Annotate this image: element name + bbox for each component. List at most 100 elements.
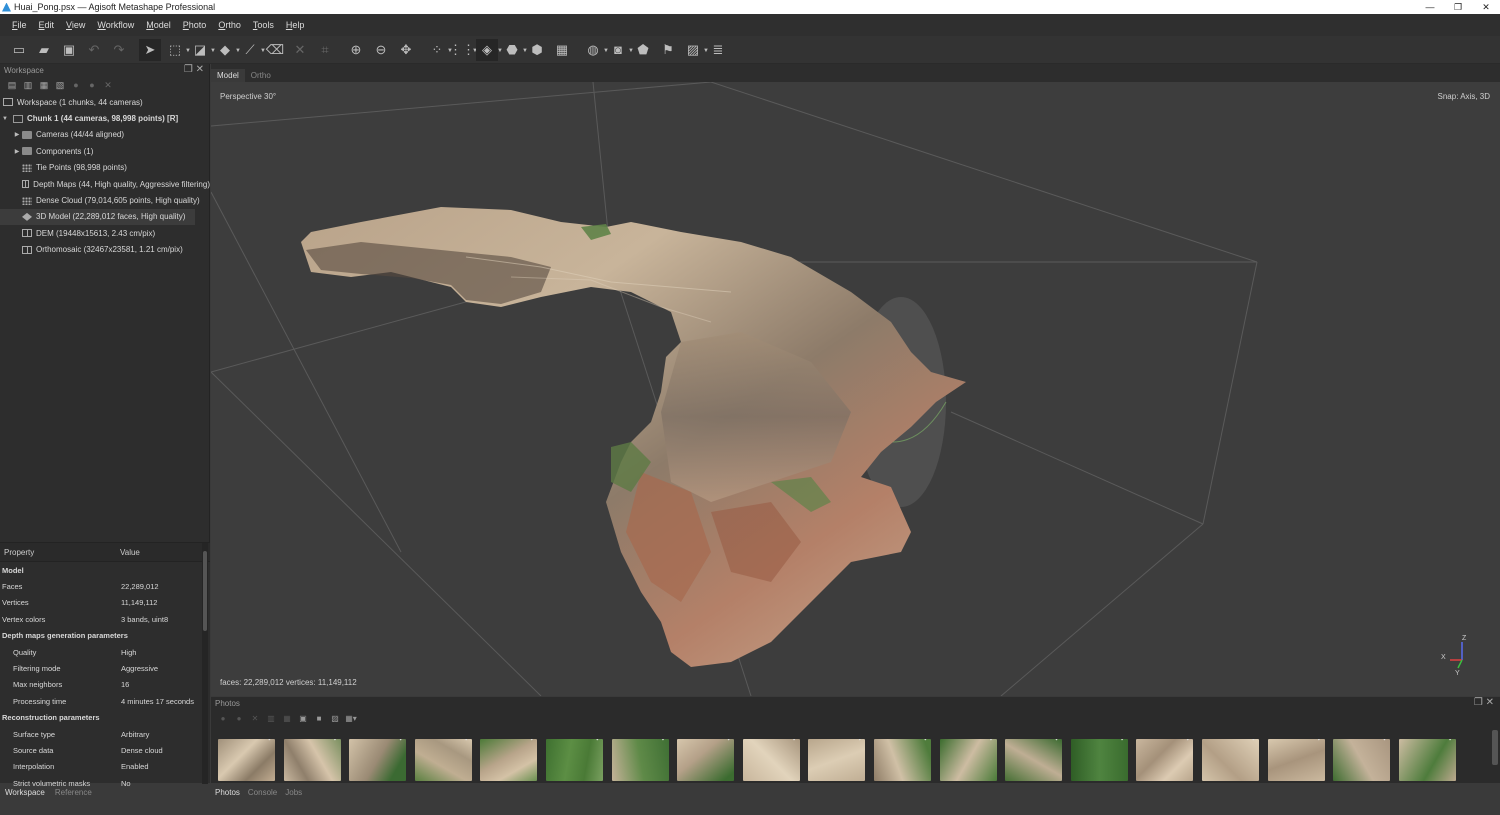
zoom-out-icon[interactable]: ⊖ [370, 39, 392, 61]
minimize-icon[interactable]: — [1416, 0, 1444, 14]
disable-icon[interactable]: ● [231, 714, 247, 723]
zoom-in-icon[interactable]: ⊕ [345, 39, 367, 61]
photo-thumbnail[interactable]: ✓ [218, 739, 275, 781]
polygon-icon[interactable]: ◆ ▼ [214, 39, 241, 61]
menu-file[interactable]: File [12, 20, 27, 30]
dense-cloud-icon[interactable]: ⋮⋮▼ [449, 39, 478, 61]
menu-edit[interactable]: Edit [39, 20, 55, 30]
tree-item-components[interactable]: ▶ Components (1) [0, 143, 210, 159]
photo-thumbnail[interactable]: ✓ [414, 739, 472, 781]
redo-icon[interactable]: ↷ [108, 39, 130, 61]
photo-thumbnail[interactable]: ✓ [1333, 739, 1391, 781]
property-row[interactable]: Processing time 4 minutes 17 seconds [0, 693, 210, 709]
property-row[interactable]: Vertex colors 3 bands, uint8 [0, 611, 210, 627]
photo-thumbnail[interactable]: ✓ [349, 739, 407, 781]
reset-filter-icon[interactable]: ▣ [295, 714, 311, 723]
tree-item-dem[interactable]: DEM (19448x15613, 2.43 cm/pix) [0, 225, 210, 241]
photos-scrollbar[interactable] [1492, 730, 1498, 765]
viewport-canvas[interactable] [211, 82, 1500, 696]
expand-icon[interactable]: ▶ [12, 131, 22, 138]
undock-close-icon[interactable]: ❐ ✕ [1474, 697, 1494, 708]
photo-thumbnail[interactable]: ✓ [283, 739, 341, 781]
dem-icon[interactable]: ▦ [551, 39, 573, 61]
save-icon[interactable]: ▣ [58, 39, 80, 61]
texture-icon[interactable]: ⬢ [526, 39, 548, 61]
menu-help[interactable]: Help [286, 20, 305, 30]
menu-workflow[interactable]: Workflow [97, 20, 134, 30]
model-viewport[interactable]: Perspective 30° Snap: Axis, 3D faces: 22… [211, 82, 1500, 696]
add-chunk-icon[interactable]: ▤ [4, 80, 20, 91]
shape-icon[interactable]: ◪ ▼ [189, 39, 216, 61]
collapse-icon[interactable]: ▼ [0, 116, 10, 122]
property-row[interactable]: Source data Dense cloud [0, 742, 210, 758]
photo-thumbnail[interactable]: ✓ [939, 739, 997, 781]
rotate-right-icon[interactable]: ▦ [279, 714, 295, 723]
property-row[interactable]: Quality High [0, 644, 210, 660]
open-icon[interactable]: ▰ [33, 39, 55, 61]
photo-thumbnail[interactable]: ✓ [1398, 739, 1456, 781]
tab-photos[interactable]: Photos [211, 786, 244, 802]
delete-icon[interactable]: ✕ [100, 80, 116, 91]
tree-item-dense-cloud[interactable]: Dense Cloud (79,014,605 points, High qua… [0, 192, 210, 208]
menu-tools[interactable]: Tools [253, 20, 274, 30]
photo-thumbnail[interactable]: ✓ [808, 739, 866, 781]
property-row[interactable]: Depth maps generation parameters [0, 628, 210, 644]
property-row[interactable]: Reconstruction parameters [0, 710, 210, 726]
property-row[interactable]: Surface type Arbitrary [0, 726, 210, 742]
model-icon[interactable]: ◈ ▼ [476, 38, 503, 61]
property-row[interactable]: Vertices 11,149,112 [0, 595, 210, 611]
expand-icon[interactable]: ▶ [12, 148, 22, 155]
add-photos-icon[interactable]: ▥ [20, 80, 36, 91]
col-property[interactable]: Property [0, 548, 120, 557]
delete-icon[interactable]: ✕ [289, 39, 311, 61]
chunk-item[interactable]: ▼ Chunk 1 (44 cameras, 98,998 points) [R… [0, 110, 210, 126]
photo-thumbnail[interactable]: ✓ [611, 739, 669, 781]
tree-item-3d-model[interactable]: 3D Model (22,289,012 faces, High quality… [0, 208, 195, 226]
rectangle-selection-icon[interactable]: ⬚ ▼ [164, 39, 191, 61]
remove-icon[interactable]: ✕ [247, 714, 263, 723]
col-value[interactable]: Value [120, 548, 140, 557]
tree-item-orthomosaic[interactable]: Orthomosaic (32467x23581, 1.21 cm/pix) [0, 242, 210, 258]
workspace-root[interactable]: Workspace (1 chunks, 44 cameras) [0, 94, 210, 110]
photo-thumbnail[interactable]: ✓ [742, 739, 800, 781]
photo-thumbnail[interactable]: ✓ [1136, 739, 1194, 781]
menu-ortho[interactable]: Ortho [218, 20, 241, 30]
photo-thumbnail[interactable]: ✓ [1005, 739, 1063, 781]
tree-item-depth-maps[interactable]: Depth Maps (44, High quality, Aggressive… [0, 176, 210, 192]
crop-icon[interactable]: ⌗ [314, 39, 336, 61]
tab-reference[interactable]: Reference [50, 786, 97, 802]
camera-icon[interactable]: ◙ ▼ [607, 39, 634, 61]
new-icon[interactable]: ▭ [8, 39, 30, 61]
mask-icon[interactable]: ■ [311, 714, 327, 723]
tree-item-tie-points[interactable]: Tie Points (98,998 points) [0, 160, 210, 176]
undo-icon[interactable]: ↶ [83, 39, 105, 61]
remove-icon[interactable]: ● [68, 80, 84, 90]
property-row[interactable]: Faces 22,289,012 [0, 578, 210, 594]
enable-icon[interactable]: ● [215, 714, 231, 723]
add-markers-icon[interactable]: ▧ [52, 80, 68, 91]
property-row[interactable]: Model [0, 562, 210, 578]
shapes-icon[interactable]: ⬟ [632, 39, 654, 61]
properties-scrollbar[interactable] [202, 543, 208, 784]
property-row[interactable]: Max neighbors 16 [0, 677, 210, 693]
disable-icon[interactable]: ● [84, 80, 100, 90]
ortho-icon[interactable]: ◍ ▼ [582, 39, 609, 61]
tab-console[interactable]: Console [244, 786, 281, 802]
maximize-icon[interactable]: ❐ [1444, 0, 1472, 14]
layers-icon[interactable]: ≣ [707, 39, 729, 61]
markers-icon[interactable]: ⚑ [657, 39, 679, 61]
grid-view-icon[interactable]: ▦▾ [343, 714, 359, 723]
reset-view-icon[interactable]: ✥ [395, 39, 417, 61]
property-row[interactable]: Interpolation Enabled [0, 759, 210, 775]
image-icon[interactable]: ▨ ▼ [682, 39, 709, 61]
close-icon[interactable]: ✕ [1472, 0, 1500, 14]
rotate-left-icon[interactable]: ▥ [263, 714, 279, 723]
tab-ortho[interactable]: Ortho [245, 69, 277, 82]
menu-view[interactable]: View [66, 20, 85, 30]
tab-workspace[interactable]: Workspace [0, 786, 50, 802]
rubber-icon[interactable]: ⌫ [264, 39, 286, 61]
undock-close-icon[interactable]: ❐ ✕ [184, 64, 204, 75]
photo-thumbnail[interactable]: ✓ [480, 739, 538, 781]
photo-thumbnail[interactable]: ✓ [1201, 739, 1259, 781]
tab-model[interactable]: Model [211, 69, 245, 82]
